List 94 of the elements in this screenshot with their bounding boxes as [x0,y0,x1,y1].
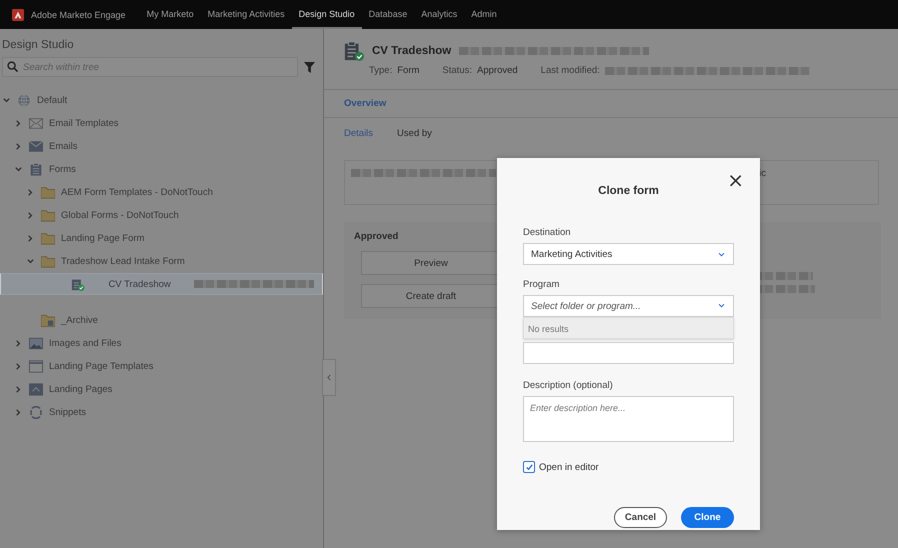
meta-label: Last modified: [540,65,600,76]
chevron-left-icon [326,374,332,381]
clone-button[interactable]: Clone [681,507,734,528]
checkbox-label: Open in editor [539,462,599,472]
tree-item[interactable]: Landing Page Templates [0,355,323,378]
tree-item[interactable]: Emails [0,135,323,158]
window-icon [29,360,43,373]
tab[interactable]: Overview [344,98,386,109]
meta-label: Status: [442,65,472,76]
tree-item[interactable]: Global Forms - DoNotTouch [0,204,323,227]
chevron-right-icon[interactable] [26,234,35,243]
tree-item[interactable]: Images and Files [0,332,323,355]
nav-tab[interactable]: My Marketo [140,0,201,29]
tree-item-label: Emails [49,141,78,152]
tree-item-label: Landing Page Templates [49,361,154,372]
tree-item-label: Tradeshow Lead Intake Form [61,256,185,267]
description-field[interactable]: Enter description here... [523,396,734,442]
tree-item[interactable]: CV Tradeshow [0,273,323,295]
tree-item-label: AEM Form Templates - DoNotTouch [61,187,213,198]
checkbox[interactable] [523,461,535,473]
chevron-right-icon[interactable] [26,188,35,197]
tree-item[interactable]: Email Templates [0,112,323,135]
tree-item-label: Global Forms - DoNotTouch [61,210,179,221]
input-field[interactable] [523,342,734,364]
filter-icon[interactable] [304,62,315,72]
tree-item[interactable]: Default [0,89,323,112]
snippet-icon [29,406,43,419]
tree-item[interactable]: Landing Page Form [0,227,323,250]
tree-item[interactable]: AEM Form Templates - DoNotTouch [0,181,323,204]
cancel-button[interactable]: Cancel [614,507,667,528]
nav-tab[interactable]: Analytics [414,0,464,29]
tree-item-label: Default [37,95,68,106]
tree-item-label: Images and Files [49,338,122,349]
program-combobox[interactable]: Select folder or program... [523,295,734,317]
brand-name: Adobe Marketo Engage [31,10,126,20]
tree-item-label: CV Tradeshow [108,278,171,290]
globe-icon [17,94,31,107]
tree-item-label: _Archive [61,315,98,326]
tree-item[interactable]: Tradeshow Lead Intake Form [0,250,323,273]
chevron-right-icon[interactable] [14,362,23,371]
meta-value: Form [397,65,420,76]
chevron-down-icon[interactable] [2,96,11,105]
tree-item-label: Landing Page Form [61,233,144,244]
search-icon [7,61,18,72]
sub-tab[interactable]: Details [344,128,374,150]
archive-folder-icon [41,314,55,327]
logo-icon [12,8,24,20]
nav-tab[interactable]: Admin [464,0,504,29]
text-fragment: ic [759,167,766,181]
envelope-icon [29,140,43,153]
collapse-handle[interactable] [322,359,336,396]
dropdown-message: No results [523,317,734,339]
clipboard-icon [29,163,43,176]
asset-title: CV Tradeshow [372,45,452,57]
sub-tab[interactable]: Used by [397,128,432,150]
field-label: Program [523,279,560,290]
chevron-right-icon[interactable] [14,119,23,128]
chevron-right-icon[interactable] [14,339,23,348]
tree-item-label: Email Templates [49,118,119,129]
field-label: Destination [523,227,572,238]
approved-form-icon [71,278,86,290]
chevron-right-icon[interactable] [14,385,23,394]
tree-item-label: Snippets [49,407,86,418]
folder-icon [41,209,55,222]
chevron-down-icon[interactable] [26,257,35,266]
meta-value: Approved [477,65,518,76]
tree-item-label: Landing Pages [49,384,112,395]
envelope-icon [29,117,43,130]
dialog-title: Clone form [597,185,660,197]
chevron-right-icon[interactable] [26,211,35,220]
chevron-right-icon[interactable] [14,142,23,151]
nav-tab[interactable]: Marketing Activities [200,0,292,29]
meta-label: Type: [369,65,392,76]
tree-item-label: Forms [49,164,76,175]
chevron-down-icon [718,303,725,308]
tree-item[interactable]: Forms [0,158,323,181]
image-icon [29,337,43,350]
tree-item[interactable]: Snippets [0,401,323,424]
panel-title: Approved [354,231,398,242]
chevron-down-icon[interactable] [14,165,23,174]
chevron-right-icon[interactable] [14,408,23,417]
folder-icon [41,186,55,199]
destination-select[interactable]: Marketing Activities [523,243,734,265]
field-label: Description (optional) [523,380,614,391]
approved-form-icon [344,41,364,61]
chevron-down-icon [718,252,725,256]
close-button[interactable]: × [725,170,746,190]
tree-item[interactable]: _Archive [0,309,323,332]
folder-icon [41,255,55,268]
folder-icon [41,232,55,245]
sidebar-title: Design Studio [1,38,75,53]
landing-page-icon [29,383,43,396]
tree-item[interactable]: Landing Pages [0,378,323,401]
nav-tab[interactable]: Database [362,0,414,29]
